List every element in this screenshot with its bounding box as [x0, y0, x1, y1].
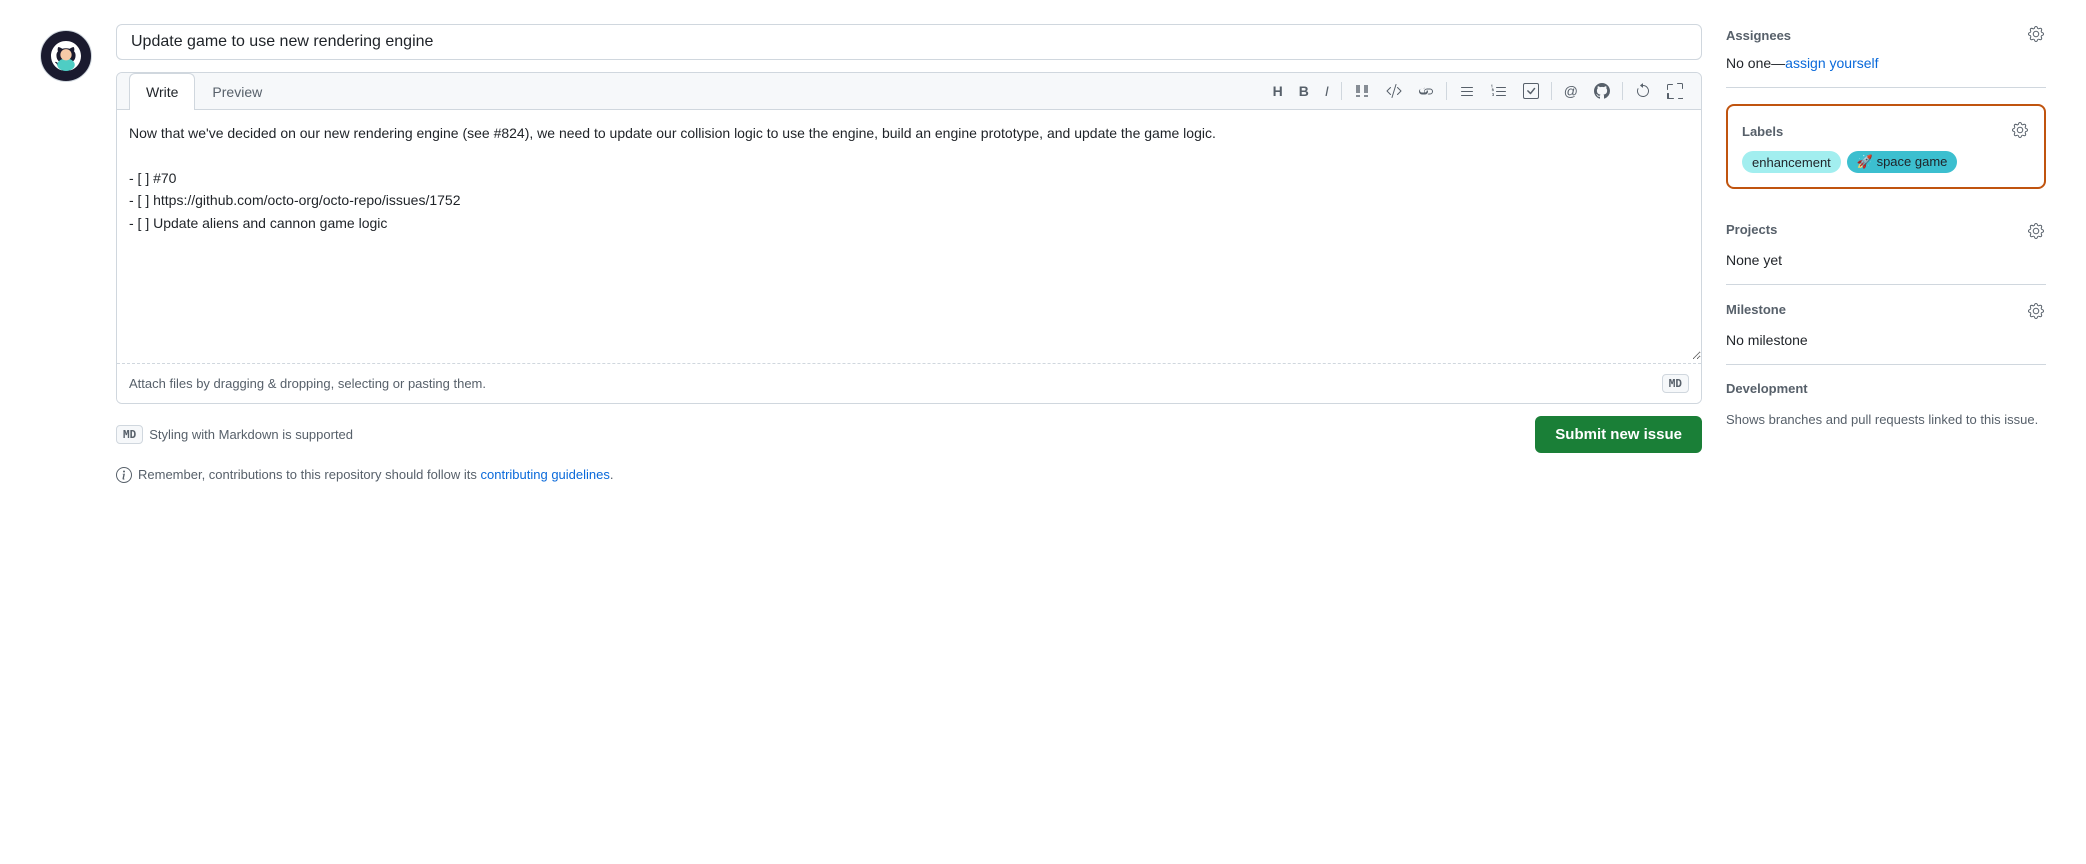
issue-title-input[interactable] [116, 24, 1702, 60]
labels-gear-icon [2012, 122, 2028, 138]
toolbar-fullscreen-btn[interactable] [1661, 79, 1689, 103]
projects-title: Projects [1726, 222, 1777, 237]
toolbar-undo-btn[interactable] [1629, 79, 1657, 103]
info-note: Remember, contributions to this reposito… [116, 467, 1702, 483]
milestone-gear-button[interactable] [2026, 301, 2046, 324]
toolbar-ul-btn[interactable] [1453, 79, 1481, 103]
milestone-header: Milestone [1726, 301, 2046, 324]
sidebar-assignees-section: Assignees No one—assign yourself [1726, 24, 2046, 88]
toolbar-heading-btn[interactable]: H [1267, 80, 1289, 102]
projects-gear-button[interactable] [2026, 221, 2046, 244]
milestone-gear-icon [2028, 303, 2044, 319]
editor-footer: MD Styling with Markdown is supported Su… [116, 416, 1702, 453]
attach-zone[interactable]: Attach files by dragging & dropping, sel… [117, 363, 1701, 403]
attach-placeholder: Attach files by dragging & dropping, sel… [129, 376, 486, 391]
development-header: Development [1726, 381, 2046, 402]
assignees-header: Assignees [1726, 24, 2046, 47]
toolbar-link-btn[interactable] [1412, 79, 1440, 103]
development-description: Shows branches and pull requests linked … [1726, 410, 2046, 430]
sidebar-milestone-section: Milestone No milestone [1726, 285, 2046, 365]
assignees-value: No one—assign yourself [1726, 55, 2046, 71]
tab-preview[interactable]: Preview [195, 73, 279, 110]
toolbar-divider-3 [1551, 82, 1552, 100]
toolbar-italic-btn[interactable]: I [1319, 80, 1335, 102]
toolbar-mention-btn[interactable]: @ [1558, 80, 1584, 102]
development-title: Development [1726, 381, 1808, 396]
submit-issue-button[interactable]: Submit new issue [1535, 416, 1702, 453]
issue-body-textarea[interactable]: Now that we've decided on our new render… [117, 110, 1701, 360]
gear-icon [2028, 26, 2044, 42]
toolbar-task-btn[interactable] [1517, 79, 1545, 103]
milestone-title: Milestone [1726, 302, 1786, 317]
labels-header: Labels [1742, 120, 2030, 143]
editor-tabs-row: Write Preview H B I [117, 73, 1701, 110]
avatar [40, 30, 92, 82]
assignees-gear-button[interactable] [2026, 24, 2046, 47]
milestone-value: No milestone [1726, 332, 2046, 348]
projects-gear-icon [2028, 223, 2044, 239]
label-enhancement[interactable]: enhancement [1742, 151, 1841, 173]
markdown-note-text: Styling with Markdown is supported [149, 427, 353, 442]
sidebar: Assignees No one—assign yourself Labels [1726, 24, 2046, 446]
label-space-game[interactable]: 🚀 space game [1847, 151, 1958, 173]
toolbar-code-btn[interactable] [1380, 79, 1408, 103]
editor-toolbar: H B I [1267, 73, 1689, 109]
md-badge-attach: MD [1662, 374, 1689, 393]
info-icon [116, 467, 132, 483]
labels-title: Labels [1742, 124, 1783, 139]
toolbar-quote-btn[interactable] [1348, 79, 1376, 103]
projects-header: Projects [1726, 221, 2046, 244]
toolbar-divider-2 [1446, 82, 1447, 100]
toolbar-ol-btn[interactable] [1485, 79, 1513, 103]
info-note-text: Remember, contributions to this reposito… [138, 467, 614, 482]
md-badge-footer: MD [116, 425, 143, 444]
assign-yourself-link[interactable]: assign yourself [1785, 55, 1878, 71]
toolbar-divider-4 [1622, 82, 1623, 100]
avatar-col [40, 24, 92, 82]
editor-body: Now that we've decided on our new render… [117, 110, 1701, 403]
sidebar-labels-section: Labels enhancement 🚀 space game [1726, 104, 2046, 189]
sidebar-development-section: Development Shows branches and pull requ… [1726, 365, 2046, 446]
assignees-title: Assignees [1726, 28, 1791, 43]
sidebar-projects-section: Projects None yet [1726, 205, 2046, 285]
markdown-note: MD Styling with Markdown is supported [116, 425, 353, 444]
main-editor-col: Write Preview H B I [116, 24, 1702, 483]
labels-gear-button[interactable] [2010, 120, 2030, 143]
toolbar-divider-1 [1341, 82, 1342, 100]
labels-list: enhancement 🚀 space game [1742, 151, 2030, 173]
toolbar-bold-btn[interactable]: B [1293, 80, 1315, 102]
toolbar-ref-btn[interactable] [1588, 79, 1616, 103]
editor-panel: Write Preview H B I [116, 72, 1702, 404]
tab-write[interactable]: Write [129, 73, 195, 110]
contributing-guidelines-link[interactable]: contributing guidelines [481, 467, 610, 482]
projects-value: None yet [1726, 252, 2046, 268]
